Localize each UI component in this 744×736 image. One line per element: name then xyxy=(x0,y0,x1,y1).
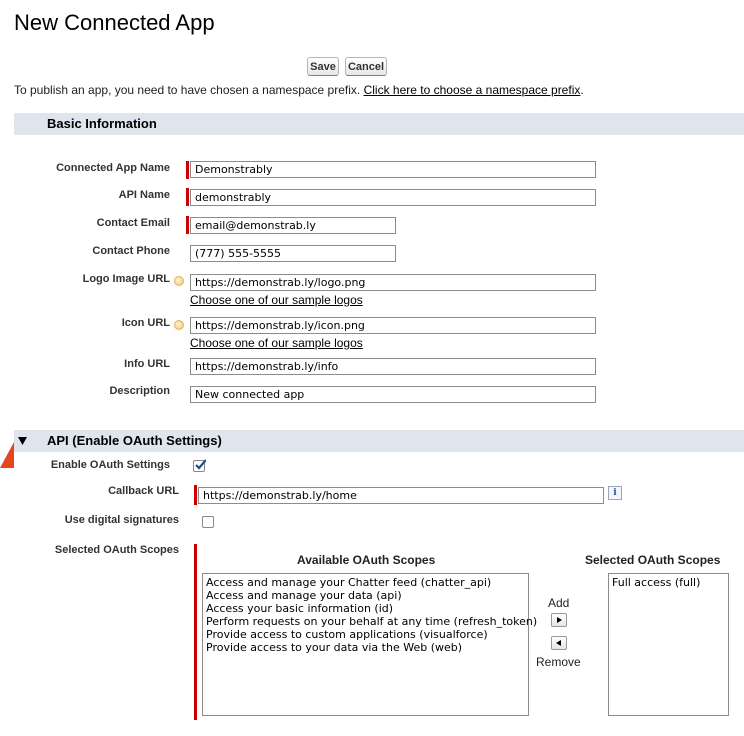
available-scope-item[interactable]: Perform requests on your behalf at any t… xyxy=(206,615,537,628)
api-name-input[interactable]: demonstrably xyxy=(190,189,596,206)
selected-scopes-heading: Selected OAuth Scopes xyxy=(585,553,721,567)
available-scope-item[interactable]: Access your basic information (id) xyxy=(206,602,525,615)
page-title: New Connected App xyxy=(14,10,215,35)
required-indicator xyxy=(194,544,197,720)
remove-label: Remove xyxy=(536,655,581,669)
api-section-title: API (Enable OAuth Settings) xyxy=(47,433,222,448)
namespace-notice-suffix: . xyxy=(580,83,584,97)
digital-signatures-checkbox[interactable] xyxy=(202,516,214,528)
description-input[interactable]: New connected app xyxy=(190,386,596,403)
api-name-label: API Name xyxy=(118,189,170,201)
required-indicator xyxy=(186,188,189,206)
selected-scope-item[interactable]: Full access (full) xyxy=(612,576,725,589)
contact-email-label: Contact Email xyxy=(96,217,170,229)
icon-url-input[interactable]: https://demonstrab.ly/icon.png xyxy=(190,317,596,334)
save-button[interactable]: Save xyxy=(307,57,339,76)
sample-logos-link[interactable]: Choose one of our sample logos xyxy=(190,293,363,307)
icon-url-label: Icon URL xyxy=(121,317,170,329)
available-scope-item[interactable]: Provide access to your data via the Web … xyxy=(206,641,525,654)
callback-url-label: Callback URL xyxy=(108,485,179,497)
sample-logos-link[interactable]: Choose one of our sample logos xyxy=(190,336,363,350)
api-section-header[interactable]: API (Enable OAuth Settings) xyxy=(14,430,744,452)
description-label: Description xyxy=(109,385,170,397)
available-scope-item[interactable]: Access and manage your Chatter feed (cha… xyxy=(206,576,525,589)
cancel-button[interactable]: Cancel xyxy=(345,57,387,76)
collapse-triangle-icon[interactable] xyxy=(18,437,27,445)
required-indicator xyxy=(186,161,189,179)
namespace-notice-text: To publish an app, you need to have chos… xyxy=(14,83,364,97)
contact-phone-label: Contact Phone xyxy=(92,245,170,257)
info-icon[interactable]: i xyxy=(608,486,622,500)
available-scopes-list[interactable]: Access and manage your Chatter feed (cha… xyxy=(202,573,537,716)
enable-oauth-checkbox[interactable] xyxy=(193,459,206,472)
logo-image-url-input[interactable]: https://demonstrab.ly/logo.png xyxy=(190,274,596,291)
available-scope-item[interactable]: Provide access to custom applications (v… xyxy=(206,628,525,641)
checkmark-icon xyxy=(195,459,206,470)
contact-email-input[interactable]: email@demonstrab.ly xyxy=(190,217,396,234)
info-url-label: Info URL xyxy=(124,358,170,370)
remove-scope-button[interactable] xyxy=(551,636,567,650)
available-scopes-heading: Available OAuth Scopes xyxy=(297,553,436,567)
selected-scopes-list[interactable]: Full access (full) xyxy=(608,573,729,716)
arrow-right-icon xyxy=(557,617,562,623)
digital-signatures-label: Use digital signatures xyxy=(64,514,179,526)
available-scope-item[interactable]: Access and manage your data (api) xyxy=(206,589,525,602)
enable-oauth-label: Enable OAuth Settings xyxy=(50,459,170,471)
oauth-scopes-label: Selected OAuth Scopes xyxy=(54,544,179,556)
help-bubble-icon[interactable] xyxy=(174,276,184,286)
logo-image-url-label: Logo Image URL xyxy=(82,273,170,285)
add-label: Add xyxy=(548,596,570,610)
help-bubble-icon[interactable] xyxy=(174,320,184,330)
required-indicator xyxy=(194,485,197,505)
info-url-input[interactable]: https://demonstrab.ly/info xyxy=(190,358,596,375)
callback-url-input[interactable]: https://demonstrab.ly/home xyxy=(198,487,604,504)
namespace-notice: To publish an app, you need to have chos… xyxy=(14,83,584,97)
connected-app-name-input[interactable]: Demonstrably xyxy=(190,161,596,178)
required-indicator xyxy=(186,216,189,234)
basic-information-header: Basic Information xyxy=(14,113,744,135)
basic-information-title: Basic Information xyxy=(47,116,157,131)
contact-phone-input[interactable]: (777) 555-5555 xyxy=(190,245,396,262)
connected-app-name-label: Connected App Name xyxy=(56,162,170,174)
namespace-prefix-link[interactable]: Click here to choose a namespace prefix xyxy=(364,83,581,97)
add-scope-button[interactable] xyxy=(551,613,567,627)
arrow-left-icon xyxy=(556,640,561,646)
